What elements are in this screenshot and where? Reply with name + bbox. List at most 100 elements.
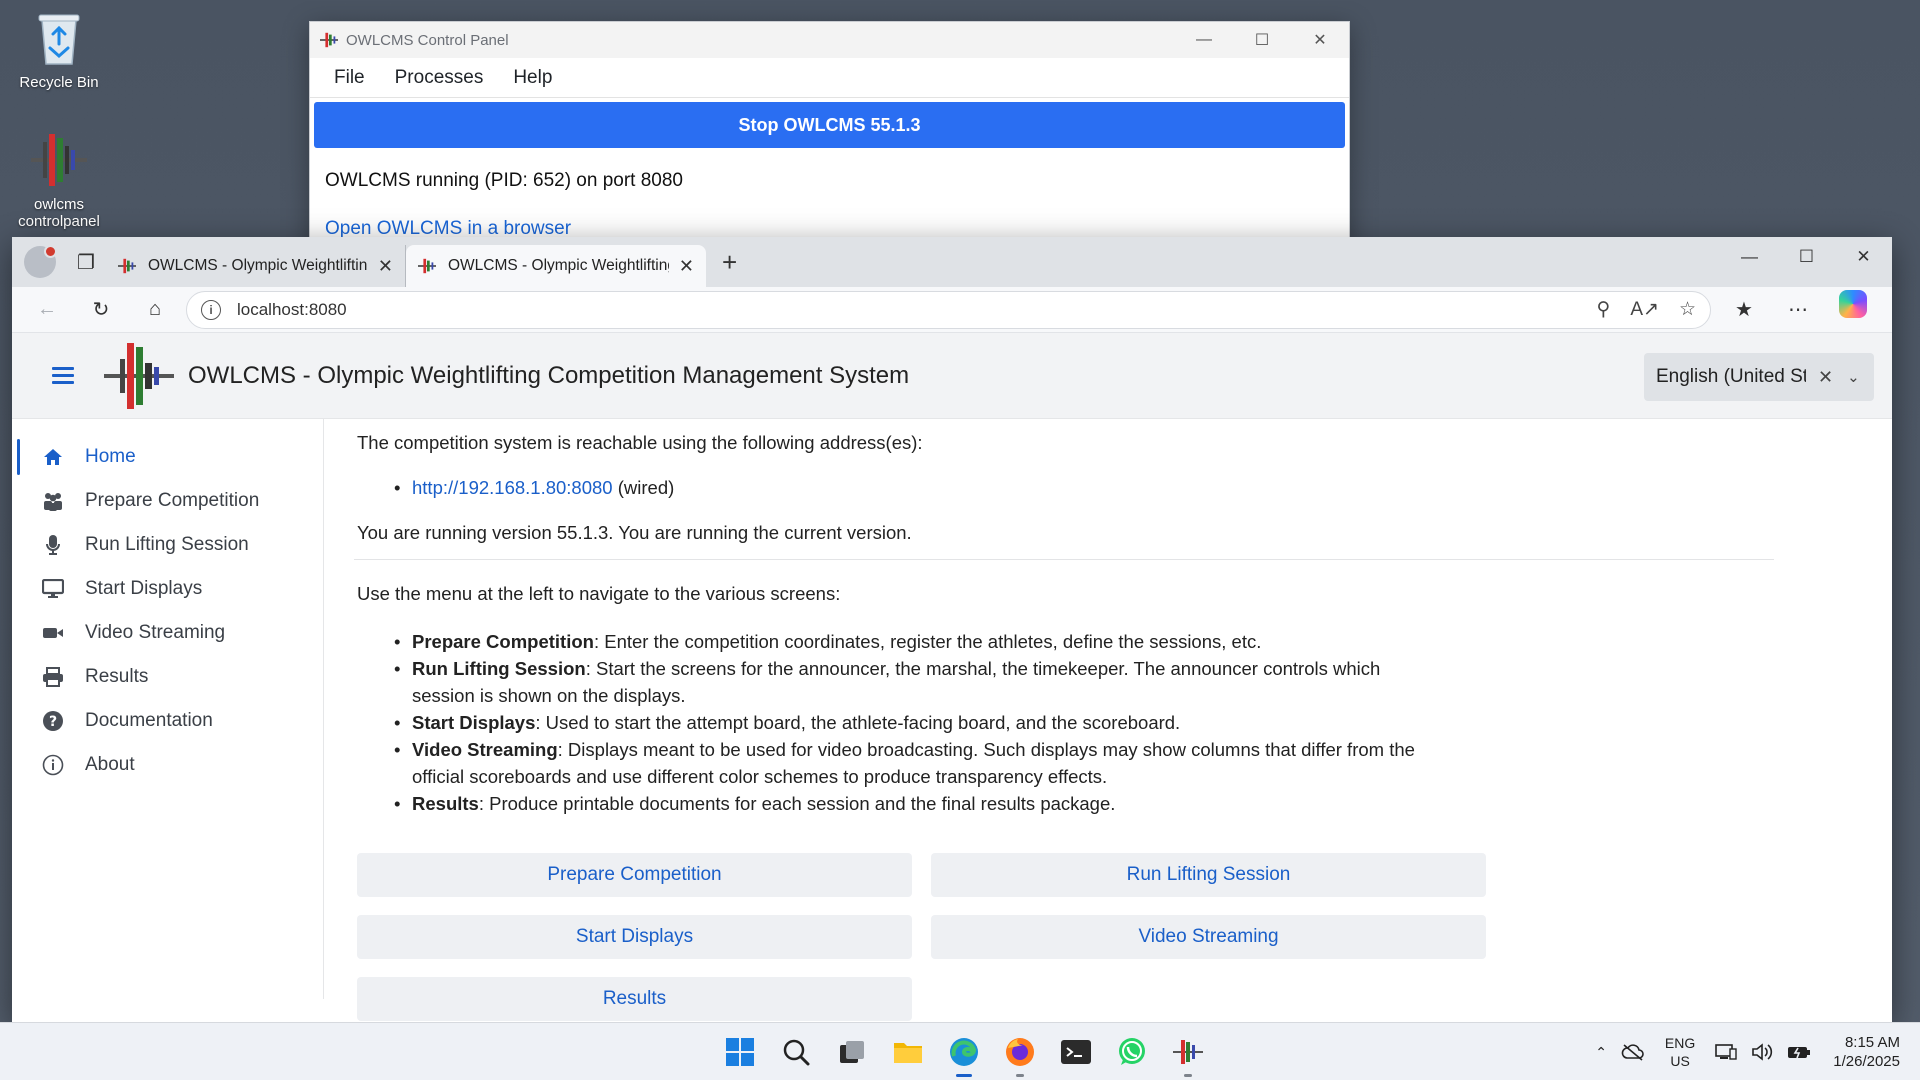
url-text[interactable]: localhost:8080	[237, 300, 1596, 320]
favorites-icon[interactable]: ★	[1717, 290, 1771, 330]
battery-icon[interactable]	[1787, 1044, 1811, 1060]
desktop-icon-label: owlcms controlpanel	[18, 196, 100, 230]
owlcms-icon	[29, 130, 89, 190]
profile-avatar[interactable]	[24, 245, 57, 278]
system-tray: ⌃ ENG US 8:15 AM 1/26/2025	[1581, 1023, 1900, 1080]
owlcms-icon[interactable]	[1168, 1032, 1208, 1077]
new-tab-button[interactable]: +	[722, 247, 737, 278]
clear-icon[interactable]: ✕	[1818, 367, 1833, 388]
window-title: OWLCMS Control Panel	[346, 31, 509, 49]
tab-actions-icon[interactable]: ❐	[66, 242, 106, 282]
sidebar-item-prepare-competition[interactable]: Prepare Competition	[12, 479, 323, 523]
menu-processes[interactable]: Processes	[383, 63, 496, 93]
sidebar-item-label: Home	[85, 446, 136, 467]
reachable-text: The competition system is reachable usin…	[357, 432, 923, 453]
zoom-icon[interactable]: ⚲	[1596, 298, 1610, 321]
file-explorer-icon[interactable]	[888, 1032, 928, 1072]
minimize-icon[interactable]: —	[1721, 237, 1778, 277]
menu-help[interactable]: Help	[501, 63, 564, 93]
desktop-icon	[41, 577, 65, 601]
prepare-competition-button[interactable]: Prepare Competition	[357, 853, 912, 897]
home-icon[interactable]: ⌂	[128, 290, 182, 330]
whatsapp-icon[interactable]	[1112, 1032, 1152, 1072]
stop-owlcms-button[interactable]: Stop OWLCMS 55.1.3	[314, 102, 1345, 148]
read-aloud-icon[interactable]: A↗	[1630, 298, 1659, 321]
list-item: Video Streaming: Displays meant to be us…	[394, 736, 1432, 790]
close-tab-icon[interactable]: ✕	[378, 256, 393, 277]
more-icon[interactable]: ⋯	[1771, 290, 1825, 330]
clock[interactable]: 8:15 AM 1/26/2025	[1833, 1033, 1900, 1071]
hamburger-menu-icon[interactable]	[52, 363, 74, 388]
version-text: You are running version 55.1.3. You are …	[357, 522, 912, 543]
info-icon	[41, 753, 65, 777]
info-icon[interactable]: i	[201, 299, 221, 320]
onedrive-icon[interactable]	[1621, 1043, 1645, 1061]
chevron-down-icon[interactable]: ⌄	[1847, 368, 1860, 386]
input-language-indicator[interactable]: ENG US	[1665, 1034, 1695, 1070]
sidebar-item-home[interactable]: Home	[12, 435, 323, 479]
home-icon	[41, 445, 65, 469]
sidebar-nav: Home Prepare Competition Run Lifting Ses…	[12, 419, 324, 999]
control-panel-window: OWLCMS Control Panel — ☐ ✕ File Processe…	[309, 21, 1350, 251]
menu-instructions: Use the menu at the left to navigate to …	[357, 583, 841, 604]
browser-window: ❐ OWLCMS - Olympic Weightlifting ✕ OWLCM…	[12, 237, 1892, 1022]
refresh-icon[interactable]: ↻	[74, 290, 128, 330]
recycle-bin-icon	[29, 8, 89, 68]
volume-icon[interactable]	[1751, 1043, 1773, 1061]
search-icon[interactable]	[776, 1032, 816, 1072]
firefox-icon[interactable]	[1000, 1032, 1040, 1077]
address-link[interactable]: http://192.168.1.80:8080	[412, 477, 613, 498]
run-lifting-session-button[interactable]: Run Lifting Session	[931, 853, 1486, 897]
browser-toolbar: ← ↻ ⌂ i localhost:8080 ⚲ A↗ ☆ ★ ⋯	[12, 287, 1892, 333]
microphone-icon	[41, 533, 65, 557]
edge-icon[interactable]	[944, 1032, 984, 1077]
minimize-icon[interactable]: —	[1175, 22, 1233, 58]
address-bar[interactable]: i localhost:8080 ⚲ A↗ ☆	[186, 290, 1711, 329]
start-displays-button[interactable]: Start Displays	[357, 915, 912, 959]
sidebar-item-documentation[interactable]: ? Documentation	[12, 699, 323, 743]
sidebar-item-about[interactable]: About	[12, 743, 323, 787]
browser-tab-active[interactable]: OWLCMS - Olympic Weightlifting ✕	[406, 245, 706, 287]
maximize-icon[interactable]: ☐	[1233, 22, 1291, 58]
back-icon[interactable]: ←	[20, 290, 74, 330]
list-item: Start Displays: Used to start the attemp…	[394, 709, 1432, 736]
language-select[interactable]: English (United St ✕ ⌄	[1644, 353, 1874, 401]
desktop-icon-recycle-bin[interactable]: Recycle Bin	[4, 8, 114, 91]
owlcms-logo	[104, 342, 174, 409]
desktop-icon-owlcms[interactable]: owlcms controlpanel	[4, 130, 114, 230]
video-streaming-button[interactable]: Video Streaming	[931, 915, 1486, 959]
maximize-icon[interactable]: ☐	[1778, 237, 1835, 277]
tab-title: OWLCMS - Olympic Weightlifting	[448, 257, 669, 274]
control-panel-titlebar[interactable]: OWLCMS Control Panel — ☐ ✕	[310, 22, 1349, 58]
terminal-icon[interactable]	[1056, 1032, 1096, 1072]
sidebar-item-label: Prepare Competition	[85, 490, 260, 511]
list-item: Prepare Competition: Enter the competiti…	[394, 628, 1432, 655]
app-title: OWLCMS - Olympic Weightlifting Competiti…	[188, 361, 910, 389]
results-button[interactable]: Results	[357, 977, 912, 1021]
running-status: OWLCMS running (PID: 652) on port 8080	[325, 170, 684, 191]
copilot-icon[interactable]	[1839, 289, 1867, 318]
menu-file[interactable]: File	[322, 63, 377, 93]
start-icon[interactable]	[720, 1032, 760, 1072]
open-browser-link[interactable]: Open OWLCMS in a browser	[310, 192, 1349, 240]
sidebar-item-video-streaming[interactable]: Video Streaming	[12, 611, 323, 655]
question-icon: ?	[41, 709, 65, 733]
sidebar-item-label: Results	[85, 666, 149, 687]
desktop-icon-label: Recycle Bin	[19, 74, 99, 91]
network-icon[interactable]	[1715, 1043, 1737, 1061]
sidebar-item-start-displays[interactable]: Start Displays	[12, 567, 323, 611]
list-item: Run Lifting Session: Start the screens f…	[394, 655, 1432, 709]
feature-list: Prepare Competition: Enter the competiti…	[394, 628, 1432, 817]
close-icon[interactable]: ✕	[1835, 237, 1892, 277]
close-icon[interactable]: ✕	[1291, 22, 1349, 58]
task-view-icon[interactable]	[832, 1032, 872, 1072]
users-icon	[41, 489, 65, 513]
navigation-buttons: Prepare Competition Run Lifting Session …	[357, 853, 1892, 1021]
favorite-star-icon[interactable]: ☆	[1679, 298, 1696, 321]
browser-tab[interactable]: OWLCMS - Olympic Weightlifting ✕	[106, 245, 406, 287]
control-panel-menubar: File Processes Help	[310, 58, 1349, 98]
chevron-up-icon[interactable]: ⌃	[1595, 1044, 1607, 1061]
close-tab-icon[interactable]: ✕	[679, 256, 694, 277]
sidebar-item-results[interactable]: Results	[12, 655, 323, 699]
sidebar-item-run-lifting-session[interactable]: Run Lifting Session	[12, 523, 323, 567]
